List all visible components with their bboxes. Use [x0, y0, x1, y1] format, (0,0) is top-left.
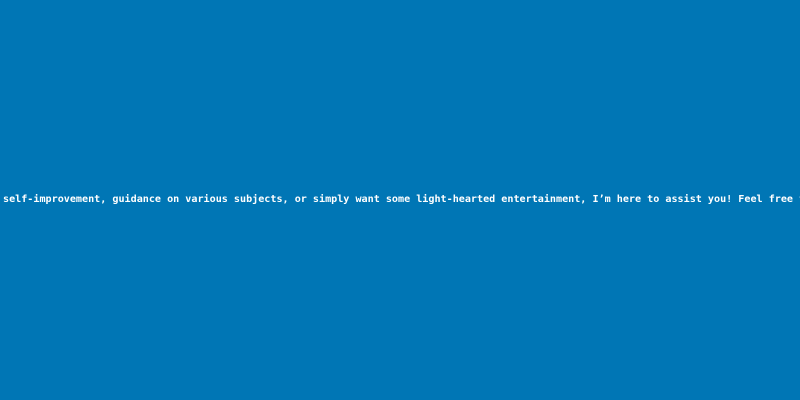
- scrolling-message-text: self-improvement, guidance on various su…: [3, 194, 800, 205]
- scrolling-message-line: self-improvement, guidance on various su…: [0, 192, 800, 208]
- screen-background: self-improvement, guidance on various su…: [0, 0, 800, 400]
